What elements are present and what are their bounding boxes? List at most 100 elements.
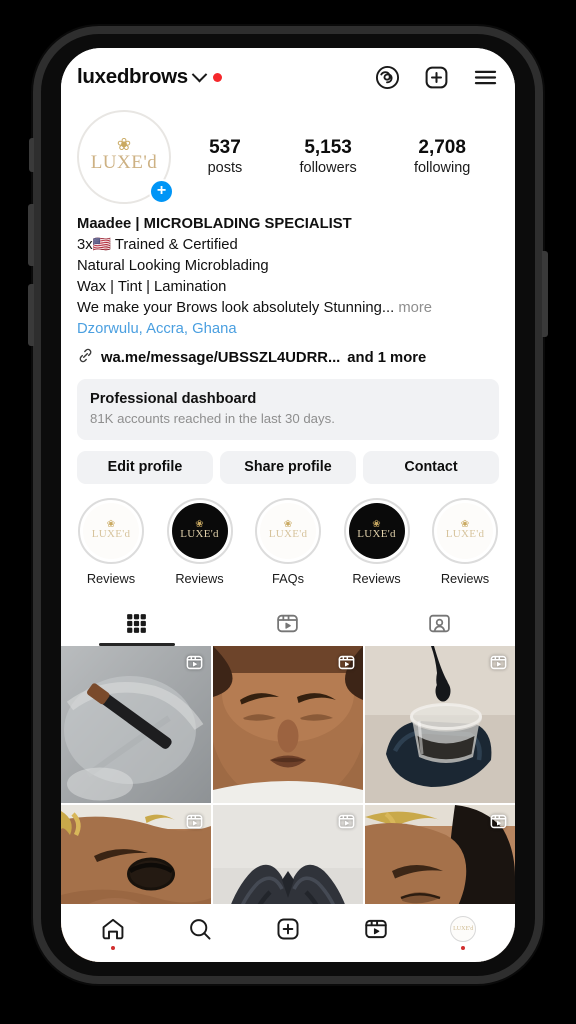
- highlight-item[interactable]: ❀ LUXE'd Reviews: [160, 497, 240, 586]
- highlight-cover: ❀ LUXE'd: [83, 502, 139, 559]
- highlight-logo-text: LUXE'd: [268, 528, 308, 541]
- nav-create[interactable]: [265, 909, 311, 949]
- highlight-item[interactable]: ❀ LUXE'd Reviews: [337, 497, 417, 586]
- chevron-down-icon: [191, 66, 208, 82]
- stat-followers-value: 5,153: [304, 136, 352, 158]
- highlight-label: Reviews: [175, 570, 224, 586]
- stat-followers[interactable]: 5,153 followers: [300, 136, 357, 179]
- link-icon: [77, 347, 94, 368]
- stat-posts[interactable]: 537 posts: [208, 136, 243, 179]
- reels-icon: [275, 611, 300, 636]
- bio-truncated-line: We make your Brows look absolutely Stunn…: [77, 298, 499, 319]
- avatar[interactable]: ❀ LUXE'd +: [77, 110, 174, 204]
- profile-stats: 537 posts 5,153 followers 2,708 followin…: [171, 136, 499, 179]
- highlight-ring: ❀ LUXE'd: [343, 497, 410, 564]
- nav-profile-badge: [461, 946, 466, 950]
- bio-truncated-text: We make your Brows look absolutely Stunn…: [77, 300, 395, 316]
- profile-action-buttons: Edit profile Share profile Contact: [61, 440, 515, 484]
- highlight-label: FAQs: [272, 570, 304, 586]
- create-icon: [277, 918, 299, 940]
- nav-home[interactable]: [90, 909, 136, 950]
- tab-tagged[interactable]: [364, 602, 515, 646]
- highlight-flourish-icon: ❀: [283, 519, 293, 531]
- power-button[interactable]: [542, 251, 548, 337]
- reels-icon: [364, 919, 387, 939]
- highlight-flourish-icon: ❀: [460, 519, 470, 531]
- nav-reels[interactable]: [353, 909, 399, 949]
- reel-badge-icon: [338, 815, 355, 829]
- volume-up-button[interactable]: [28, 204, 34, 266]
- threads-icon[interactable]: [374, 64, 401, 91]
- highlight-logo-text: LUXE'd: [357, 528, 396, 541]
- highlight-ring: ❀ LUXE'd: [255, 497, 321, 564]
- edit-profile-button[interactable]: Edit profile: [77, 450, 213, 484]
- stat-posts-label: posts: [207, 160, 243, 177]
- reel-badge-icon: [490, 655, 507, 670]
- profile-header: luxedbrows: [61, 48, 515, 106]
- highlight-item[interactable]: ❀ LUXE'd FAQs: [248, 497, 328, 586]
- nav-home-badge: [110, 946, 115, 950]
- bio-display-name: Maadee | MICROBLADING SPECIALIST: [77, 216, 352, 232]
- highlight-item[interactable]: ❀ LUXE'd Reviews: [71, 497, 151, 586]
- phone-frame: luxedbrows ❀ LUXE'd + 537 posts 5,153 fo…: [28, 26, 548, 984]
- new-post-icon[interactable]: [423, 64, 450, 91]
- story-highlights: ❀ LUXE'd Reviews ❀ LUXE'd Reviews ❀ LUXE…: [61, 484, 515, 586]
- reel-badge-icon: [490, 815, 507, 829]
- avatar-icon: LUXE'd: [450, 916, 477, 942]
- dashboard-title: Professional dashboard: [90, 391, 257, 407]
- highlight-cover: ❀ LUXE'd: [171, 502, 228, 559]
- highlight-flourish-icon: ❀: [372, 519, 381, 531]
- bottom-navigation: LUXE'd: [61, 904, 515, 962]
- nav-profile[interactable]: LUXE'd: [440, 909, 486, 950]
- highlight-logo-text: LUXE'd: [445, 528, 485, 541]
- bio-line-3: Wax | Tint | Lamination: [77, 279, 227, 295]
- tab-reels[interactable]: [212, 602, 363, 646]
- post-client-brows[interactable]: [213, 645, 363, 804]
- volume-down-button[interactable]: [28, 284, 34, 346]
- professional-dashboard-card[interactable]: Professional dashboard 81K accounts reac…: [77, 379, 499, 440]
- highlight-flourish-icon: ❀: [195, 519, 204, 531]
- highlight-ring: ❀ LUXE'd: [78, 497, 144, 564]
- bio-more-link[interactable]: more: [398, 300, 432, 316]
- tab-grid[interactable]: [61, 602, 212, 646]
- stat-following-label: following: [413, 160, 471, 177]
- highlight-label: Reviews: [440, 570, 490, 586]
- bio-location[interactable]: Dzorwulu, Accra, Ghana: [77, 319, 499, 340]
- reel-badge-icon: [186, 815, 203, 829]
- post-brush-pigment[interactable]: [61, 645, 211, 804]
- highlight-cover: ❀ LUXE'd: [437, 502, 493, 559]
- username-switcher[interactable]: luxedbrows: [77, 65, 374, 89]
- menu-icon[interactable]: [472, 64, 499, 91]
- stat-following[interactable]: 2,708 following: [414, 136, 470, 179]
- share-profile-button[interactable]: Share profile: [220, 450, 356, 484]
- profile-tabs: [61, 602, 515, 646]
- silent-switch-button[interactable]: [29, 138, 34, 172]
- bio-link-text[interactable]: wa.me/message/UBSSZL4UDRR...: [101, 350, 340, 366]
- highlight-item[interactable]: ❀ LUXE'd Reviews: [425, 497, 505, 586]
- username-label: luxedbrows: [77, 65, 188, 88]
- bio-line-2: Natural Looking Microblading: [77, 258, 269, 274]
- reel-badge-icon: [338, 655, 355, 670]
- post-gloved-hand-cup[interactable]: [365, 645, 515, 804]
- tagged-icon: [427, 611, 452, 636]
- highlight-ring: ❀ LUXE'd: [166, 497, 233, 564]
- highlight-cover: ❀ LUXE'd: [348, 502, 405, 559]
- stat-posts-value: 537: [209, 136, 241, 158]
- dashboard-subtitle: 81K accounts reached in the last 30 days…: [90, 411, 335, 427]
- highlight-label: Reviews: [86, 570, 136, 586]
- phone-screen: luxedbrows ❀ LUXE'd + 537 posts 5,153 fo…: [61, 48, 515, 962]
- grid-icon: [124, 611, 149, 636]
- highlight-logo-text: LUXE'd: [91, 528, 131, 541]
- add-story-button[interactable]: +: [149, 179, 174, 204]
- highlight-cover: ❀ LUXE'd: [260, 502, 316, 559]
- bio-link-more[interactable]: and 1 more: [347, 350, 426, 366]
- nav-search[interactable]: [177, 909, 223, 949]
- contact-button[interactable]: Contact: [363, 450, 499, 484]
- unread-dot-icon: [212, 72, 222, 82]
- bio-links: wa.me/message/UBSSZL4UDRR... and 1 more: [61, 340, 515, 368]
- avatar-logo-text: LUXE'd: [90, 152, 158, 174]
- bio-line-1: 3x🇺🇸 Trained & Certified: [77, 237, 238, 253]
- reel-badge-icon: [186, 655, 203, 670]
- highlight-flourish-icon: ❀: [106, 519, 116, 531]
- stat-following-value: 2,708: [418, 136, 466, 158]
